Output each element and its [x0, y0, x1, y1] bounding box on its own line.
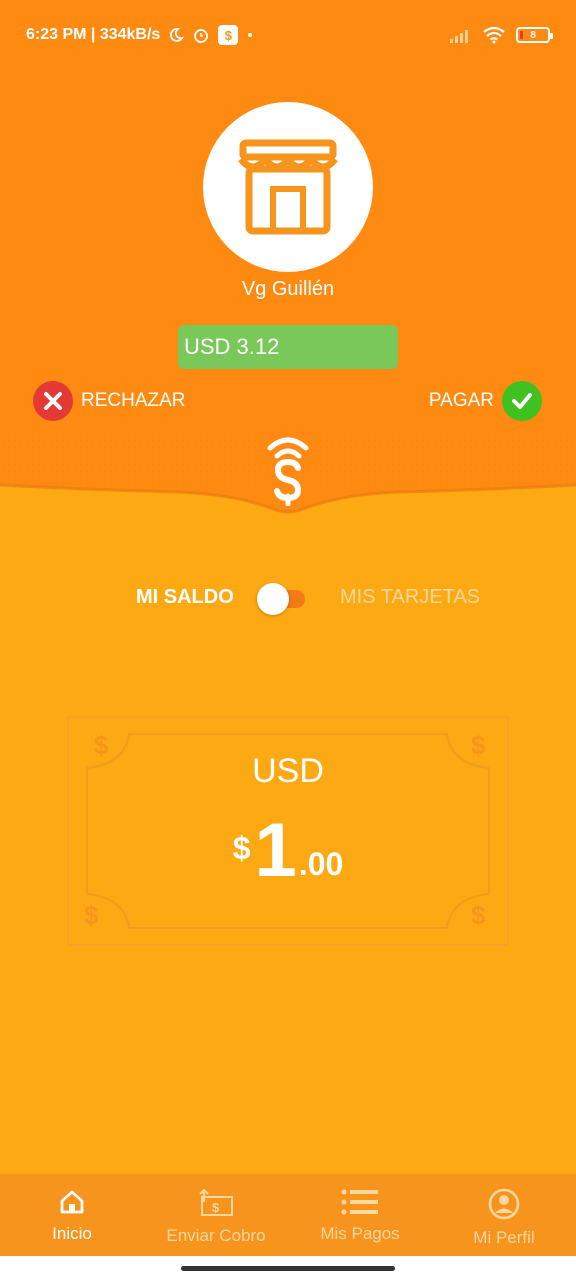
balance-decimals: .00	[298, 846, 344, 882]
check-icon	[502, 381, 542, 421]
toggle-label-mi-saldo[interactable]: MI SALDO	[136, 586, 234, 609]
reject-button[interactable]: RECHAZAR	[33, 381, 186, 421]
balance-source-toggle: MI SALDO MIS TARJETAS	[0, 580, 576, 616]
nav-item-mi-perfil[interactable]: Mi Perfil	[432, 1174, 576, 1256]
list-icon	[341, 1189, 378, 1215]
profile-icon	[488, 1188, 520, 1220]
home-icon	[60, 1190, 84, 1214]
balance-amount: $ 1 .00	[0, 806, 576, 896]
bottom-navigation: Inicio $ Enviar Cobro Mis Pagos Mi Perfi…	[0, 1174, 576, 1256]
app-logo-icon	[267, 437, 309, 506]
reject-label: RECHAZAR	[81, 390, 186, 411]
home-indicator[interactable]	[181, 1266, 395, 1271]
nav-item-mis-pagos[interactable]: Mis Pagos	[288, 1174, 432, 1256]
nav-label-mis-pagos: Mis Pagos	[320, 1224, 400, 1243]
nav-label-mi-perfil: Mi Perfil	[473, 1228, 535, 1247]
merchant-avatar	[203, 102, 373, 272]
dollar-corner-icon: $	[471, 900, 486, 930]
pay-label: PAGAR	[428, 390, 494, 411]
status-bar: 6:23 PM | 334kB/s $ 8	[0, 0, 576, 70]
alarm-icon	[192, 26, 210, 44]
nav-label-inicio: Inicio	[52, 1224, 92, 1243]
signal-icon	[450, 27, 472, 43]
battery-level: 8	[530, 29, 536, 41]
payment-header: Vg Guillén USD 3.12 RECHAZAR PAGAR	[0, 0, 576, 520]
dollar-corner-icon: $	[84, 900, 99, 930]
nav-label-enviar-cobro: Enviar Cobro	[166, 1226, 266, 1245]
wifi-icon	[482, 26, 506, 44]
svg-text:$: $	[212, 1200, 220, 1215]
app-notification-icon: $	[218, 25, 239, 45]
pay-button[interactable]: PAGAR	[429, 381, 542, 421]
store-icon	[238, 139, 338, 235]
nav-item-inicio[interactable]: Inicio	[0, 1174, 144, 1256]
balance-integer: 1	[254, 808, 297, 893]
balance-currency-symbol: $	[232, 830, 251, 866]
toggle-label-mis-tarjetas[interactable]: MIS TARJETAS	[340, 586, 480, 609]
merchant-name: Vg Guillén	[241, 278, 335, 300]
close-icon	[33, 381, 73, 421]
send-charge-icon: $	[199, 1188, 233, 1216]
moon-icon	[168, 27, 185, 43]
balance-toggle-switch[interactable]	[257, 582, 307, 615]
nav-item-enviar-cobro[interactable]: $ Enviar Cobro	[144, 1174, 288, 1256]
payment-amount: USD 3.12	[178, 325, 398, 369]
battery-icon: 8	[516, 27, 553, 43]
status-time-speed: 6:23 PM | 334kB/s	[26, 26, 161, 43]
dot-icon	[246, 31, 254, 39]
balance-currency: USD	[252, 752, 324, 790]
